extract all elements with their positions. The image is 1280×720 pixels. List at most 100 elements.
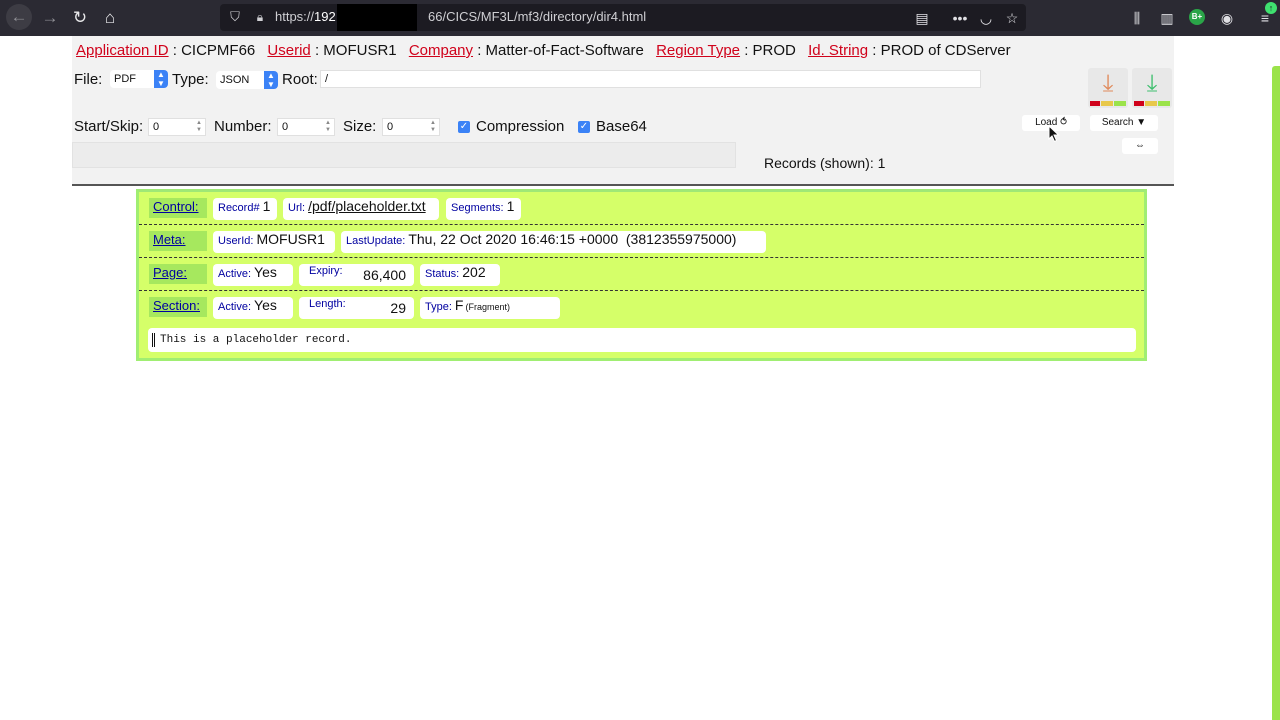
address-bar[interactable]: ⛉ 🔒︎ https://192 66/CICS/MF3L/mf3/direct…: [220, 4, 1026, 31]
length-key: Length:: [309, 298, 346, 310]
file-label: File:: [74, 71, 103, 88]
spinner-icon[interactable]: ▲ ▼: [325, 120, 331, 134]
info-line: Application ID : CICPMF66 Userid : MOFUS…: [76, 42, 1019, 59]
meta-tag[interactable]: Meta:: [149, 231, 207, 251]
type-label: Type:: [172, 71, 209, 88]
length-value: 29: [390, 300, 406, 316]
size-input[interactable]: 0 ▲ ▼: [382, 118, 440, 136]
page-tag[interactable]: Page:: [149, 264, 207, 284]
control-panel: Application ID : CICPMF66 Userid : MOFUS…: [72, 36, 1174, 186]
segments-key: Segments:: [451, 202, 504, 214]
status-value: 202: [462, 264, 486, 280]
search-button[interactable]: Search ▼: [1090, 115, 1158, 131]
browser-toolbar: ← → ↻ ⌂ ⛉ 🔒︎ https://192 66/CICS/MF3L/mf…: [0, 0, 1280, 36]
download-alt-icon[interactable]: ⤓: [1132, 68, 1172, 108]
region-type-value: : PROD: [744, 42, 796, 59]
status-bar-green: [1114, 101, 1126, 106]
page-row: Page: Active: Yes Expiry: 86,400 Status: 20…: [139, 258, 1144, 291]
type-pill: Type: F (Fragment): [420, 297, 560, 319]
type-select-value: JSON: [220, 74, 250, 86]
url-text: https://192: [275, 9, 336, 24]
status-bar-red: [1090, 101, 1100, 106]
download-arrow-icon: ⤓: [1146, 70, 1158, 97]
status-bar: [72, 142, 736, 168]
root-input[interactable]: /: [320, 70, 981, 88]
page-active-key: Active:: [218, 268, 252, 280]
section-tag[interactable]: Section:: [149, 297, 207, 317]
reader-view-icon[interactable]: ▤: [912, 8, 932, 28]
lastupdate-key: LastUpdate:: [346, 235, 406, 247]
records-shown-count: Records (shown): 1: [764, 155, 886, 171]
start-skip-label: Start/Skip:: [74, 118, 144, 135]
pocket-icon[interactable]: ◡: [976, 8, 996, 28]
compression-checkbox[interactable]: ✓: [458, 121, 470, 133]
download-arrow-icon: ⤓: [1102, 70, 1114, 97]
userid-link[interactable]: Userid: [267, 42, 310, 59]
url-prefix: https://: [275, 9, 315, 24]
application-id-value: : CICPMF66: [172, 42, 256, 59]
base64-checkbox[interactable]: ✓: [578, 121, 590, 133]
company-link[interactable]: Company: [409, 42, 473, 59]
page-content: Application ID : CICPMF66 Userid : MOFUS…: [0, 36, 1280, 720]
start-skip-input[interactable]: 0 ▲ ▼: [148, 118, 206, 136]
toggle-width-button[interactable]: ⇔: [1122, 138, 1158, 154]
more-actions-icon[interactable]: •••: [950, 8, 970, 28]
select-arrows-icon: ▲ ▼: [154, 70, 168, 88]
status-bar-yellow: [1101, 101, 1113, 106]
type-select[interactable]: JSON ▲ ▼: [216, 71, 278, 89]
control-row: Control: Record# 1 Url:/pdf/placeholder.t…: [139, 192, 1144, 225]
meta-userid-pill: UserId: MOFUSR1: [213, 231, 335, 253]
segments-value: 1: [506, 198, 515, 214]
reload-icon[interactable]: ↻: [68, 6, 92, 30]
status-pill: Status: 202: [420, 264, 500, 286]
lastupdate-pill: LastUpdate: Thu, 22 Oct 2020 16:46:15 +00…: [341, 231, 766, 253]
url-pill: Url:/pdf/placeholder.txt: [283, 198, 439, 220]
url-link[interactable]: /pdf/placeholder.txt: [308, 198, 426, 214]
back-icon[interactable]: ←: [6, 4, 32, 30]
type-note: (Fragment): [465, 302, 510, 312]
lastupdate-value: Thu, 22 Oct 2020 16:46:15 +0000 (3812355…: [408, 231, 737, 247]
home-icon[interactable]: ⌂: [98, 6, 122, 30]
status-bar-yellow: [1145, 101, 1157, 106]
number-label: Number:: [214, 118, 272, 135]
scrollbar[interactable]: [1272, 66, 1280, 720]
section-active-pill: Active: Yes: [213, 297, 293, 319]
file-select[interactable]: PDF ▲ ▼: [110, 70, 168, 88]
length-pill: Length: 29: [299, 297, 414, 319]
status-key: Status:: [425, 268, 460, 280]
forward-icon[interactable]: →: [38, 6, 62, 30]
file-select-value: PDF: [114, 73, 136, 85]
page-active-value: Yes: [254, 264, 277, 280]
url-path: 66/CICS/MF3L/mf3/directory/dir4.html: [428, 9, 647, 24]
control-tag[interactable]: Control:: [149, 198, 207, 218]
lock-icon[interactable]: 🔒︎: [253, 9, 267, 25]
expiry-pill: Expiry: 86,400: [299, 264, 414, 286]
application-id-link[interactable]: Application ID: [76, 42, 169, 59]
extension-badge-icon[interactable]: B+: [1189, 9, 1205, 25]
userid-value: : MOFUSR1: [314, 42, 397, 59]
expiry-key: Expiry:: [309, 265, 343, 277]
library-icon[interactable]: ⫼: [1126, 7, 1148, 29]
base64-label: Base64: [596, 118, 647, 135]
start-skip-value: 0: [153, 121, 160, 133]
id-string-value: : PROD of CDServer: [872, 42, 1011, 59]
size-label: Size:: [343, 118, 377, 135]
status-bar-green: [1158, 101, 1170, 106]
download-icon[interactable]: ⤓: [1088, 68, 1128, 108]
record-content[interactable]: This is a placeholder record.: [148, 328, 1136, 352]
url-host: 192: [314, 9, 336, 24]
compression-label: Compression: [476, 118, 565, 135]
id-string-link[interactable]: Id. String: [808, 42, 868, 59]
spinner-icon[interactable]: ▲ ▼: [430, 120, 436, 134]
type-key: Type:: [425, 301, 452, 313]
segments-pill: Segments: 1: [446, 198, 521, 220]
bookmark-star-icon[interactable]: ☆: [1002, 8, 1022, 28]
number-value: 0: [282, 121, 289, 133]
sidebar-icon[interactable]: ▥: [1156, 7, 1178, 29]
shield-icon[interactable]: ⛉: [228, 9, 242, 25]
region-type-link[interactable]: Region Type: [656, 42, 740, 59]
page-active-pill: Active: Yes: [213, 264, 293, 286]
spinner-icon[interactable]: ▲ ▼: [196, 120, 202, 134]
account-icon[interactable]: ◉: [1216, 7, 1238, 29]
number-input[interactable]: 0 ▲ ▼: [277, 118, 335, 136]
